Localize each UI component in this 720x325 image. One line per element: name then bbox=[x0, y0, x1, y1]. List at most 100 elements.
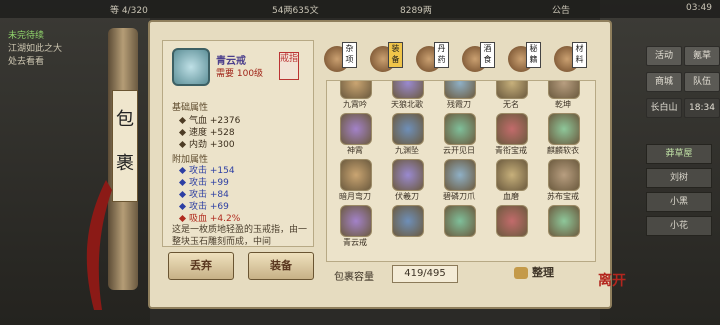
inventory-slot[interactable] bbox=[487, 205, 535, 253]
inventory-slot[interactable]: 血磨 bbox=[487, 159, 535, 207]
sort-button[interactable]: 整理 bbox=[514, 264, 554, 280]
item-name-label: 青衔宝戒 bbox=[495, 146, 527, 155]
item-name-label: 残霞刀 bbox=[447, 100, 471, 109]
item-name-label: 伏羲刀 bbox=[395, 192, 419, 201]
inventory-slot[interactable]: 天狼北歌 bbox=[383, 81, 431, 115]
item-name-label: 青云戒 bbox=[343, 238, 367, 247]
item-icon bbox=[548, 159, 580, 191]
item-icon bbox=[444, 81, 476, 99]
location-time: 18:34 bbox=[684, 98, 720, 118]
inventory-slot[interactable]: 无名 bbox=[487, 81, 535, 115]
item-icon bbox=[548, 81, 580, 99]
discard-button[interactable]: 丢弃 bbox=[168, 252, 234, 280]
tab-equipment[interactable]: 装备 bbox=[368, 40, 403, 74]
item-name-label: 无名 bbox=[503, 100, 519, 109]
clock: 03:49 bbox=[686, 3, 712, 13]
inventory-slot[interactable]: 碧磷刀爪 bbox=[435, 159, 483, 207]
capacity-value: 419/495 bbox=[392, 265, 458, 283]
inventory-slot[interactable]: 暗月弯刀 bbox=[331, 159, 379, 207]
item-name-label: 麒麟软衣 bbox=[547, 146, 579, 155]
item-icon bbox=[548, 205, 580, 237]
tab-misc[interactable]: 杂项 bbox=[322, 40, 357, 74]
item-requirement: 需要 100级 bbox=[216, 69, 264, 79]
menu-herb[interactable]: 氪草 bbox=[684, 46, 720, 66]
item-name-label: 苏布宝戒 bbox=[547, 192, 579, 201]
item-name-label: 九渊坠 bbox=[395, 146, 419, 155]
item-icon bbox=[392, 205, 424, 237]
item-icon bbox=[444, 159, 476, 191]
item-name: 青云戒 bbox=[216, 56, 246, 67]
base-stats-title: 基础属性 bbox=[172, 103, 209, 113]
exit-seal[interactable]: 离开 bbox=[598, 270, 628, 300]
inventory-grid: 九霄吟 天狼北歌 残霞刀 无名 乾坤神霄 九渊坠 云开见日 青衔宝戒 麒麟软衣暗月弯刀 伏羲刀 碧磷… bbox=[326, 80, 596, 262]
notice-button[interactable]: 公告 bbox=[552, 3, 570, 16]
extra-stat-row: 吸血 +4.2% bbox=[178, 211, 240, 224]
item-icon bbox=[496, 205, 528, 237]
inventory-slot[interactable]: 残霞刀 bbox=[435, 81, 483, 115]
tab-materials[interactable]: 材料 bbox=[552, 40, 587, 74]
item-icon bbox=[392, 81, 424, 99]
item-name-label: 血磨 bbox=[503, 192, 519, 201]
inventory-slot[interactable] bbox=[383, 205, 431, 253]
item-icon bbox=[392, 113, 424, 145]
tassel-ornament bbox=[86, 180, 112, 310]
inventory-slot[interactable]: 云开见日 bbox=[435, 113, 483, 161]
equip-button[interactable]: 装备 bbox=[248, 252, 314, 280]
category-tabs: 杂项 装备 丹药 酒食 秘籍 材料 bbox=[322, 40, 592, 78]
item-name-label: 天狼北歌 bbox=[391, 100, 423, 109]
topbar-left: 等 4/320 bbox=[110, 6, 148, 16]
inventory-slot[interactable]: 九霄吟 bbox=[331, 81, 379, 115]
item-icon bbox=[340, 81, 372, 99]
bag-title-char-2: 裹 bbox=[116, 153, 134, 174]
base-stat-row: 内劲 +300 bbox=[178, 137, 235, 150]
inventory-slot[interactable]: 青衔宝戒 bbox=[487, 113, 535, 161]
inventory-slot[interactable] bbox=[435, 205, 483, 253]
location-name: 长白山 bbox=[646, 98, 682, 118]
bag-icon bbox=[514, 267, 528, 279]
item-icon bbox=[548, 113, 580, 145]
item-name-label: 神霄 bbox=[347, 146, 363, 155]
npc-list-item[interactable]: 小花 bbox=[646, 216, 712, 236]
tab-pills[interactable]: 丹药 bbox=[414, 40, 449, 74]
quest-line-1: 江湖如此之大 bbox=[8, 44, 63, 54]
tab-food[interactable]: 酒食 bbox=[460, 40, 495, 74]
inventory-slot[interactable]: 青云戒 bbox=[331, 205, 379, 253]
quest-line-2: 处去看看 bbox=[8, 57, 45, 67]
quest-tracker[interactable]: 未完待续 江湖如此之大 处去看看 bbox=[8, 30, 118, 69]
item-icon bbox=[496, 113, 528, 145]
quest-title: 未完待续 bbox=[8, 31, 45, 41]
item-name-label: 乾坤 bbox=[555, 100, 571, 109]
money-gold: 8289两 bbox=[400, 6, 432, 16]
item-icon bbox=[340, 205, 372, 237]
capacity-label: 包裹容量 bbox=[334, 272, 374, 283]
npc-list-item[interactable]: 刘树 bbox=[646, 168, 712, 188]
menu-team[interactable]: 队伍 bbox=[684, 72, 720, 92]
inventory-slot[interactable]: 麒麟软衣 bbox=[539, 113, 587, 161]
item-icon bbox=[340, 159, 372, 191]
tab-manuals[interactable]: 秘籍 bbox=[506, 40, 541, 74]
npc-list-item[interactable]: 莽草屋 bbox=[646, 144, 712, 164]
money-silver: 54两635文 bbox=[272, 6, 319, 16]
menu-shop[interactable]: 商城 bbox=[646, 72, 682, 92]
item-icon bbox=[444, 205, 476, 237]
top-bar: 等 4/320 54两635文 8289两 公告 03:49 bbox=[0, 0, 720, 18]
item-description: 这是一枚质地轻盈的玉戒指，由一整块玉石雕刻而成，中间 bbox=[172, 225, 308, 246]
npc-list-item[interactable]: 小黑 bbox=[646, 192, 712, 212]
bag-title-char-1: 包 bbox=[116, 109, 134, 130]
item-type-tag: 戒指 bbox=[279, 52, 299, 80]
inventory-slot[interactable]: 神霄 bbox=[331, 113, 379, 161]
item-icon bbox=[392, 159, 424, 191]
item-name-label: 九霄吟 bbox=[343, 100, 367, 109]
inventory-slot[interactable] bbox=[539, 205, 587, 253]
inventory-slot[interactable]: 伏羲刀 bbox=[383, 159, 431, 207]
item-icon bbox=[496, 81, 528, 99]
menu-activity[interactable]: 活动 bbox=[646, 46, 682, 66]
item-name-label: 云开见日 bbox=[443, 146, 475, 155]
inventory-slot[interactable]: 九渊坠 bbox=[383, 113, 431, 161]
inventory-slot[interactable]: 苏布宝戒 bbox=[539, 159, 587, 207]
item-icon bbox=[444, 113, 476, 145]
item-name-label: 碧磷刀爪 bbox=[443, 192, 475, 201]
inventory-slot[interactable]: 乾坤 bbox=[539, 81, 587, 115]
item-name-label: 暗月弯刀 bbox=[339, 192, 371, 201]
ring-icon bbox=[172, 48, 210, 86]
